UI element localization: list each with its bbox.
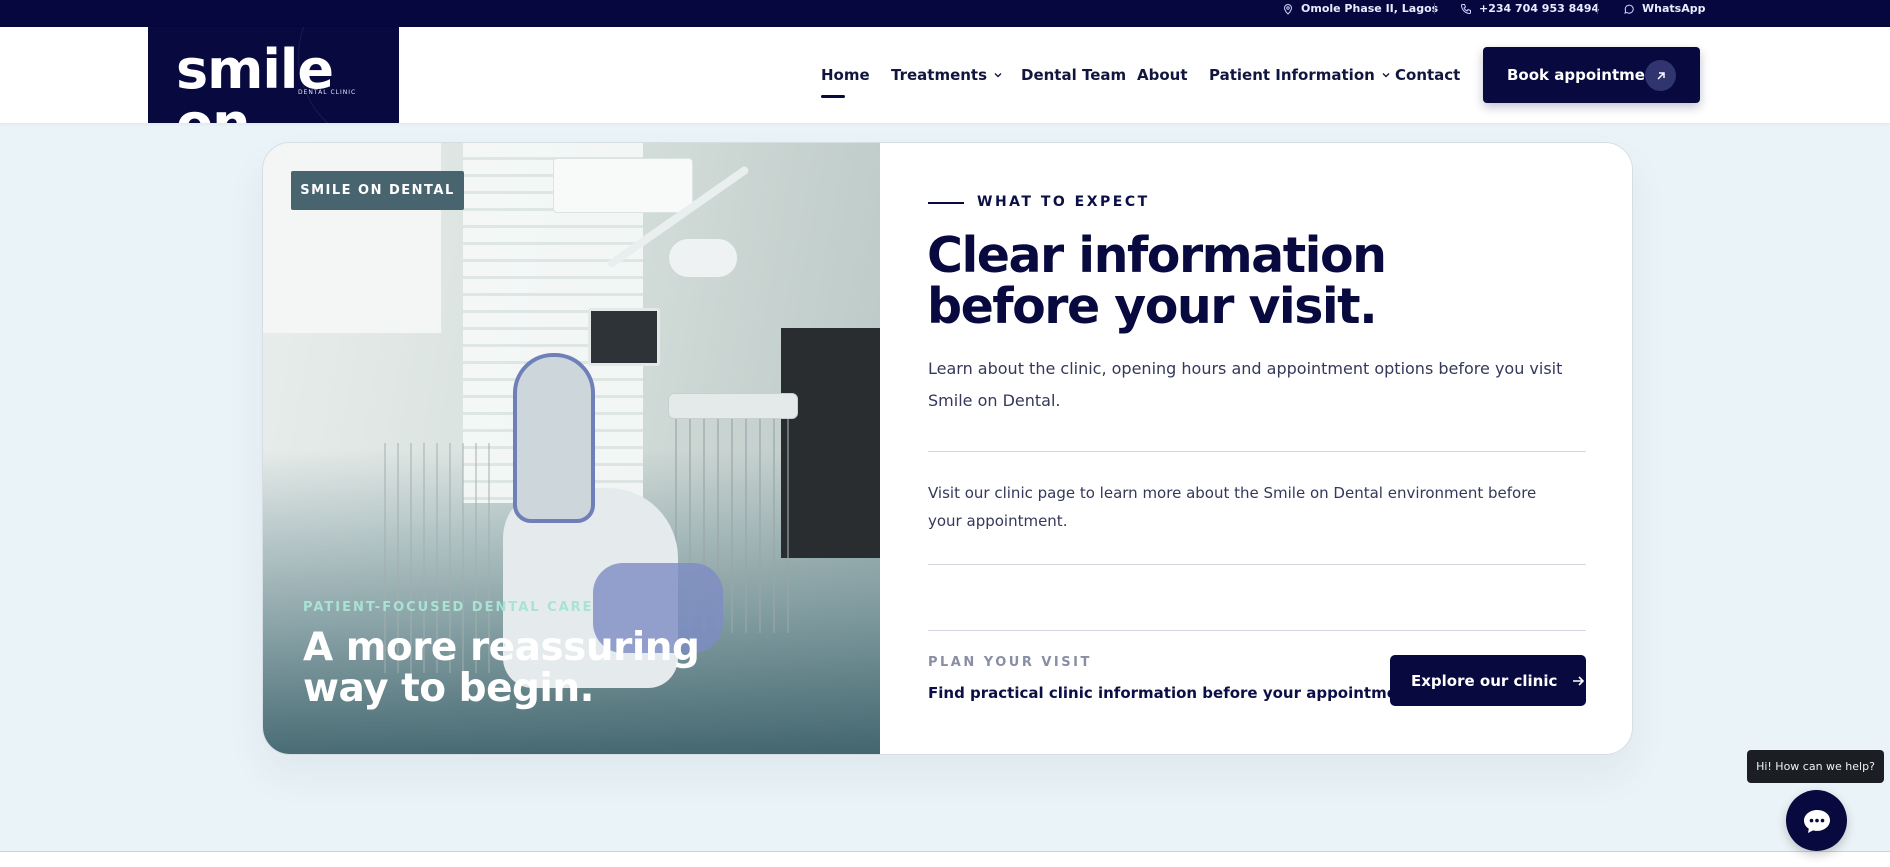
logo[interactable]: smile on DENTAL CLINIC	[148, 27, 399, 123]
nav-home[interactable]: Home	[821, 27, 870, 123]
nav-treatments-label: Treatments	[891, 66, 988, 84]
next-section	[0, 852, 1890, 867]
arrow-right-icon	[1573, 675, 1585, 686]
clinic-photo: SMILE ON DENTAL PATIENT-FOCUSED DENTAL C…	[263, 143, 880, 754]
plan-kicker: PLAN YOUR VISIT	[928, 655, 1092, 670]
topbar-divider	[1597, 3, 1598, 14]
photo-air-conditioner	[553, 158, 693, 213]
nav-contact[interactable]: Contact	[1395, 27, 1460, 123]
nav-active-indicator	[821, 95, 845, 98]
photo-tray	[668, 393, 798, 419]
site-header: smile on DENTAL CLINIC Home Treatments D…	[0, 27, 1890, 123]
brand-badge: SMILE ON DENTAL	[291, 171, 464, 210]
lead-paragraph: Learn about the clinic, opening hours an…	[928, 359, 1563, 410]
nav-dental-team[interactable]: Dental Team	[1021, 27, 1126, 123]
nav-about-label: About	[1137, 66, 1188, 84]
divider	[928, 564, 1586, 565]
photo-chair-back	[513, 353, 595, 523]
section-heading: Clear information before your visit.	[927, 230, 1527, 335]
divider	[928, 451, 1586, 452]
whatsapp-icon	[1624, 4, 1634, 14]
nav-dental-team-label: Dental Team	[1021, 66, 1127, 84]
nav-contact-label: Contact	[1395, 66, 1461, 84]
phone-icon	[1460, 3, 1471, 14]
whatsapp-text: WhatsApp	[1642, 2, 1706, 15]
arrow-up-right-icon	[1645, 60, 1676, 91]
chat-greeting-bubble[interactable]: Hi! How can we help?	[1747, 750, 1884, 783]
phone-link[interactable]: +234 704 953 8494	[1460, 0, 1599, 17]
location-text: Omole Phase II, Lagos	[1301, 2, 1439, 15]
nav-patient-information-label: Patient Information	[1209, 66, 1375, 84]
photo-monitor	[588, 308, 660, 366]
section-kicker: WHAT TO EXPECT	[977, 194, 1150, 210]
nav-home-label: Home	[821, 66, 870, 84]
book-appointment-label: Book appointment	[1507, 66, 1663, 84]
heading-line-1: Clear information	[927, 227, 1387, 284]
photo-door	[781, 328, 880, 558]
nav-patient-information[interactable]: Patient Information	[1209, 27, 1391, 123]
nav-treatments[interactable]: Treatments	[891, 27, 1003, 123]
explore-clinic-label: Explore our clinic	[1411, 671, 1558, 690]
logo-subtext: DENTAL CLINIC	[298, 89, 357, 96]
photo-lamp	[668, 238, 738, 278]
location-link[interactable]: Omole Phase II, Lagos	[1282, 0, 1438, 17]
top-utility-bar: Omole Phase II, Lagos +234 704 953 8494 …	[0, 0, 1890, 27]
photo-eyebrow: PATIENT-FOCUSED DENTAL CARE	[303, 600, 594, 615]
book-appointment-button[interactable]: Book appointment	[1483, 47, 1700, 103]
clinic-paragraph: Visit our clinic page to learn more abou…	[928, 484, 1537, 530]
plan-text: Find practical clinic information before…	[928, 684, 1421, 702]
what-to-expect-card: SMILE ON DENTAL PATIENT-FOCUSED DENTAL C…	[262, 142, 1633, 755]
info-panel: WHAT TO EXPECT Clear information before …	[880, 143, 1632, 754]
chevron-down-icon	[1382, 73, 1390, 78]
whatsapp-link[interactable]: WhatsApp	[1623, 0, 1705, 17]
nav-about[interactable]: About	[1137, 27, 1188, 123]
chat-icon	[1803, 809, 1830, 833]
heading-line-2: before your visit.	[927, 277, 1378, 335]
chevron-down-icon	[994, 73, 1002, 78]
divider	[928, 630, 1586, 631]
map-pin-icon	[1283, 3, 1293, 15]
phone-text: +234 704 953 8494	[1479, 2, 1600, 15]
kicker-line	[928, 202, 964, 204]
topbar-divider	[1434, 3, 1435, 14]
logo-wordmark: smile on	[176, 38, 334, 124]
photo-title: A more reassuring way to begin.	[303, 625, 700, 711]
explore-clinic-button[interactable]: Explore our clinic	[1390, 655, 1586, 706]
chat-button[interactable]	[1786, 790, 1847, 851]
